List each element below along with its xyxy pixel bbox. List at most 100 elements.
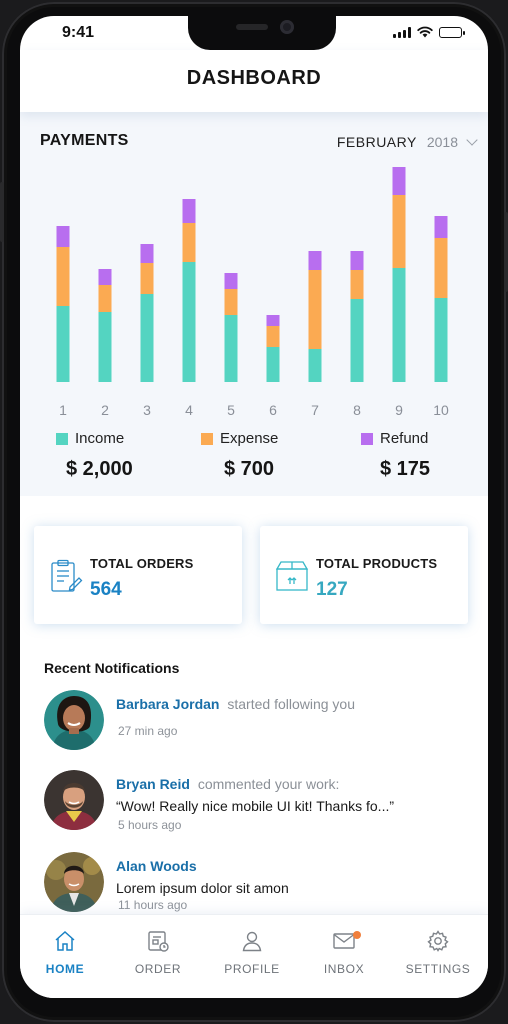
- legend-refund: Refund: [361, 430, 428, 447]
- bar-refund-9: [392, 167, 406, 195]
- bar-expense-2: [98, 285, 112, 312]
- box-icon: [275, 561, 309, 591]
- chevron-down-icon: [466, 133, 478, 146]
- expense-swatch: [201, 432, 213, 445]
- legend-refund-label: Refund: [380, 430, 429, 447]
- total-products-title: TOTAL PRODUCTS: [316, 556, 438, 571]
- bar-refund-8: [350, 251, 364, 270]
- tab-home[interactable]: HOME: [22, 929, 108, 976]
- dashboard-content[interactable]: PAYMENTS FEBRUARY 2018 1 2 3 4 5 6 7 8 9 10 Incom…: [20, 112, 488, 914]
- notification-text: Lorem ipsum dolor sit amon: [116, 880, 289, 896]
- status-time: 9:41: [62, 24, 95, 41]
- bar-refund-3: [140, 244, 154, 263]
- bar-refund-10: [434, 216, 448, 238]
- wifi-icon: [417, 26, 433, 38]
- page-title: DASHBOARD: [186, 67, 322, 89]
- avatar[interactable]: [44, 690, 104, 750]
- notification-user[interactable]: Bryan Reid: [116, 776, 190, 792]
- bar-expense-3: [140, 263, 154, 294]
- notification-line: Alan Woods: [116, 858, 197, 874]
- month-label: FEBRUARY: [336, 134, 417, 150]
- speaker-grille: [236, 24, 268, 30]
- total-products-card[interactable]: TOTAL PRODUCTS 127: [260, 526, 468, 624]
- bar-expense-9: [392, 195, 406, 268]
- notification-item[interactable]: Barbara Jordan started following you 27 …: [44, 690, 474, 754]
- x-tick-label: 7: [311, 402, 319, 418]
- legend-expense: Expense: [201, 430, 278, 447]
- legend-income: Income: [56, 430, 124, 447]
- tab-home-label: HOME: [45, 962, 85, 976]
- total-orders-value: 564: [90, 579, 122, 600]
- tab-inbox-label: INBOX: [323, 962, 365, 976]
- total-orders-title: TOTAL ORDERS: [90, 556, 194, 571]
- tab-order[interactable]: ORDER: [115, 929, 201, 976]
- bar-income-9: [392, 268, 406, 382]
- x-tick-label: 8: [353, 402, 361, 418]
- order-icon: [148, 931, 169, 952]
- power-button: [504, 212, 508, 292]
- bar-refund-2: [98, 269, 112, 285]
- bar-expense-5: [224, 289, 238, 315]
- profile-icon: [242, 931, 262, 952]
- bar-income-8: [350, 299, 364, 382]
- bar-expense-10: [434, 238, 448, 298]
- payments-panel: PAYMENTS FEBRUARY 2018 1 2 3 4 5 6 7 8 9 10 Incom…: [20, 112, 488, 496]
- legend-income-label: Income: [75, 430, 125, 447]
- tab-profile-label: PROFILE: [224, 962, 280, 976]
- bar-refund-6: [266, 315, 280, 326]
- notification-line: Barbara Jordan started following you: [116, 696, 355, 712]
- notification-item[interactable]: Alan Woods Lorem ipsum dolor sit amon 11…: [44, 852, 474, 916]
- refund-swatch: [361, 432, 373, 445]
- x-tick-label: 3: [143, 402, 151, 418]
- x-tick-label: 5: [227, 402, 235, 418]
- x-tick-label: 2: [101, 402, 109, 418]
- notification-user[interactable]: Barbara Jordan: [116, 696, 219, 712]
- x-tick-label: 9: [395, 402, 403, 418]
- notification-action: commented your work:: [197, 776, 340, 792]
- bar-expense-7: [308, 270, 322, 349]
- bar-income-10: [434, 298, 448, 382]
- bar-refund-4: [182, 199, 196, 223]
- bar-income-2: [98, 312, 112, 382]
- avatar[interactable]: [44, 770, 104, 830]
- tab-inbox[interactable]: INBOX: [301, 929, 387, 976]
- month-selector[interactable]: FEBRUARY 2018: [336, 133, 478, 150]
- bar-income-6: [266, 347, 280, 382]
- signal-icon: [393, 26, 411, 38]
- bar-refund-1: [56, 226, 70, 247]
- inbox-badge: [353, 931, 361, 939]
- bar-income-1: [56, 306, 70, 382]
- income-swatch: [56, 432, 68, 445]
- payments-bar-chart: 1 2 3 4 5 6 7 8 9 10: [56, 167, 449, 418]
- x-tick-label: 6: [269, 402, 277, 418]
- app-header: DASHBOARD: [20, 50, 488, 112]
- gear-icon: [427, 930, 449, 952]
- x-tick-label: 1: [59, 402, 67, 418]
- avatar[interactable]: [44, 852, 104, 912]
- bar-expense-4: [182, 223, 196, 262]
- clipboard-edit-icon: [51, 559, 83, 592]
- home-icon: [55, 930, 75, 951]
- bar-expense-1: [56, 247, 70, 306]
- x-tick-label: 4: [185, 402, 193, 418]
- income-amount: $ 2,000: [66, 458, 133, 480]
- tab-order-label: ORDER: [134, 962, 182, 976]
- front-camera: [280, 20, 294, 34]
- total-orders-card[interactable]: TOTAL ORDERS 564: [34, 526, 242, 624]
- bar-income-5: [224, 315, 238, 382]
- notification-item[interactable]: Bryan Reid commented your work: “Wow! Re…: [44, 770, 474, 834]
- notification-time: 27 min ago: [118, 724, 178, 738]
- tab-settings[interactable]: SETTINGS: [395, 929, 481, 976]
- bar-expense-6: [266, 326, 280, 347]
- year-label: 2018: [426, 134, 458, 150]
- screen: 9:41 DASHBOARD PAYMENTS FEBRUARY 2018 1 …: [20, 16, 488, 998]
- bar-income-3: [140, 294, 154, 382]
- bar-expense-8: [350, 270, 364, 299]
- bar-refund-7: [308, 251, 322, 270]
- bottom-tab-bar: HOME ORDER PROFILE INBOX SETTINGS: [20, 914, 488, 998]
- tab-profile[interactable]: PROFILE: [209, 929, 295, 976]
- status-icons: [393, 26, 465, 38]
- volume-button: [0, 182, 4, 242]
- notification-user[interactable]: Alan Woods: [116, 858, 197, 874]
- notification-time: 5 hours ago: [118, 818, 182, 832]
